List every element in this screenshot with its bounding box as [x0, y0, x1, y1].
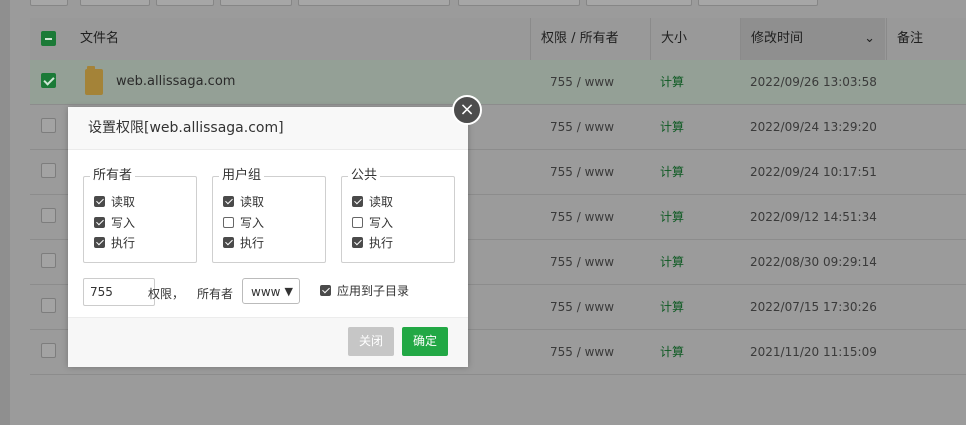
checkbox-icon: [223, 217, 234, 228]
read-label: 读取: [111, 195, 136, 209]
permission-owner[interactable]: 755 / www: [550, 60, 614, 104]
group-label: 公共: [348, 167, 381, 185]
modified-time: 2022/09/12 14:51:34: [750, 210, 877, 224]
modified-time: 2022/09/26 13:03:58: [750, 75, 877, 89]
file-name[interactable]: web.allissaga.com: [116, 60, 235, 104]
exec-label: 执行: [240, 236, 265, 250]
toolbar-button[interactable]: [298, 0, 450, 6]
permission-owner[interactable]: 755 / www: [550, 240, 614, 284]
size-calc-link[interactable]: 计算: [660, 60, 684, 104]
toolbar-button[interactable]: [586, 0, 692, 6]
checkbox-icon: [223, 237, 234, 248]
write-checkbox[interactable]: 写入: [223, 215, 264, 231]
toolbar-button[interactable]: [30, 0, 68, 6]
read-label: 读取: [369, 195, 394, 209]
row-checkbox[interactable]: [41, 73, 56, 88]
owner-select[interactable]: www ▼: [242, 278, 300, 304]
row-checkbox[interactable]: [41, 298, 56, 313]
permission-owner[interactable]: 755 / www: [550, 285, 614, 329]
chevron-down-icon: ▼: [284, 285, 293, 298]
write-checkbox[interactable]: 写入: [94, 215, 135, 231]
row-checkbox[interactable]: [41, 343, 56, 358]
owner-label: 所有者: [197, 287, 234, 301]
dialog-header: 设置权限[web.allissaga.com]: [68, 107, 468, 150]
group-permission-group: 用户组 读取 写入 执行: [212, 167, 326, 263]
write-label: 写入: [369, 216, 394, 230]
checkbox-icon: [352, 196, 363, 207]
ok-button[interactable]: 确定: [402, 327, 448, 356]
permission-value-input[interactable]: 755: [83, 278, 155, 306]
row-checkbox[interactable]: [41, 208, 56, 223]
checkbox-icon: [352, 217, 363, 228]
size-calc-link[interactable]: 计算: [660, 105, 684, 149]
column-filename[interactable]: 文件名: [80, 18, 119, 60]
select-all-checkbox[interactable]: [41, 31, 56, 46]
apply-subdirs-checkbox[interactable]: 应用到子目录: [320, 283, 409, 299]
group-label: 用户组: [219, 167, 265, 185]
permission-owner[interactable]: 755 / www: [550, 150, 614, 194]
exec-checkbox[interactable]: 执行: [352, 235, 393, 251]
column-permission[interactable]: 权限 / 所有者: [530, 18, 651, 60]
permission-owner[interactable]: 755 / www: [550, 105, 614, 149]
size-calc-link[interactable]: 计算: [660, 330, 684, 374]
size-calc-link[interactable]: 计算: [660, 285, 684, 329]
column-size[interactable]: 大小: [650, 18, 741, 60]
table-header: 文件名 权限 / 所有者 大小 修改时间 ⌄ 备注: [30, 18, 966, 61]
write-label: 写入: [111, 216, 136, 230]
toolbar-button[interactable]: [458, 0, 580, 6]
permission-label: 权限，: [148, 287, 185, 301]
checkbox-icon: [94, 196, 105, 207]
size-calc-link[interactable]: 计算: [660, 150, 684, 194]
checkbox-icon: [94, 217, 105, 228]
exec-checkbox[interactable]: 执行: [223, 235, 264, 251]
close-icon[interactable]: ×: [452, 95, 482, 125]
toolbar-button[interactable]: [80, 0, 150, 6]
modified-time: 2022/07/15 17:30:26: [750, 300, 877, 314]
read-label: 读取: [240, 195, 265, 209]
owner-permission-group: 所有者 读取 写入 执行: [83, 167, 197, 263]
row-checkbox[interactable]: [41, 163, 56, 178]
size-calc-link[interactable]: 计算: [660, 240, 684, 284]
modified-time: 2022/09/24 10:17:51: [750, 165, 877, 179]
exec-label: 执行: [369, 236, 394, 250]
checkbox-icon: [223, 196, 234, 207]
write-label: 写入: [240, 216, 265, 230]
modified-time: 2022/09/24 13:29:20: [750, 120, 877, 134]
toolbar-button[interactable]: [698, 0, 818, 6]
read-checkbox[interactable]: 读取: [94, 194, 135, 210]
set-permission-dialog: 设置权限[web.allissaga.com] 所有者 读取 写入 执行 用户组…: [68, 107, 468, 367]
column-note[interactable]: 备注: [886, 18, 966, 60]
dialog-footer: 关闭 确定: [68, 317, 468, 367]
toolbar-button[interactable]: [156, 0, 214, 6]
read-checkbox[interactable]: 读取: [352, 194, 393, 210]
owner-select-value: www: [251, 285, 281, 299]
column-modified[interactable]: 修改时间 ⌄: [740, 18, 885, 60]
public-permission-group: 公共 读取 写入 执行: [341, 167, 455, 263]
checkbox-icon: [352, 237, 363, 248]
apply-subdirs-label: 应用到子目录: [337, 284, 410, 298]
folder-icon: [85, 66, 103, 95]
exec-checkbox[interactable]: 执行: [94, 235, 135, 251]
permission-owner[interactable]: 755 / www: [550, 330, 614, 374]
table-row[interactable]: web.allissaga.com 755 / www 计算 2022/09/2…: [30, 60, 966, 105]
checkbox-icon: [320, 285, 331, 296]
size-calc-link[interactable]: 计算: [660, 195, 684, 239]
row-checkbox[interactable]: [41, 253, 56, 268]
read-checkbox[interactable]: 读取: [223, 194, 264, 210]
modified-time: 2022/08/30 09:29:14: [750, 255, 877, 269]
exec-label: 执行: [111, 236, 136, 250]
modified-time: 2021/11/20 11:15:09: [750, 345, 877, 359]
column-modified-label: 修改时间: [751, 31, 804, 46]
close-button[interactable]: 关闭: [348, 327, 394, 356]
checkbox-icon: [94, 237, 105, 248]
chevron-down-icon: ⌄: [864, 31, 875, 46]
permission-owner[interactable]: 755 / www: [550, 195, 614, 239]
dialog-title: 设置权限[web.allissaga.com]: [88, 120, 284, 136]
group-label: 所有者: [90, 167, 136, 185]
toolbar-button[interactable]: [220, 0, 292, 6]
row-checkbox[interactable]: [41, 118, 56, 133]
write-checkbox[interactable]: 写入: [352, 215, 393, 231]
